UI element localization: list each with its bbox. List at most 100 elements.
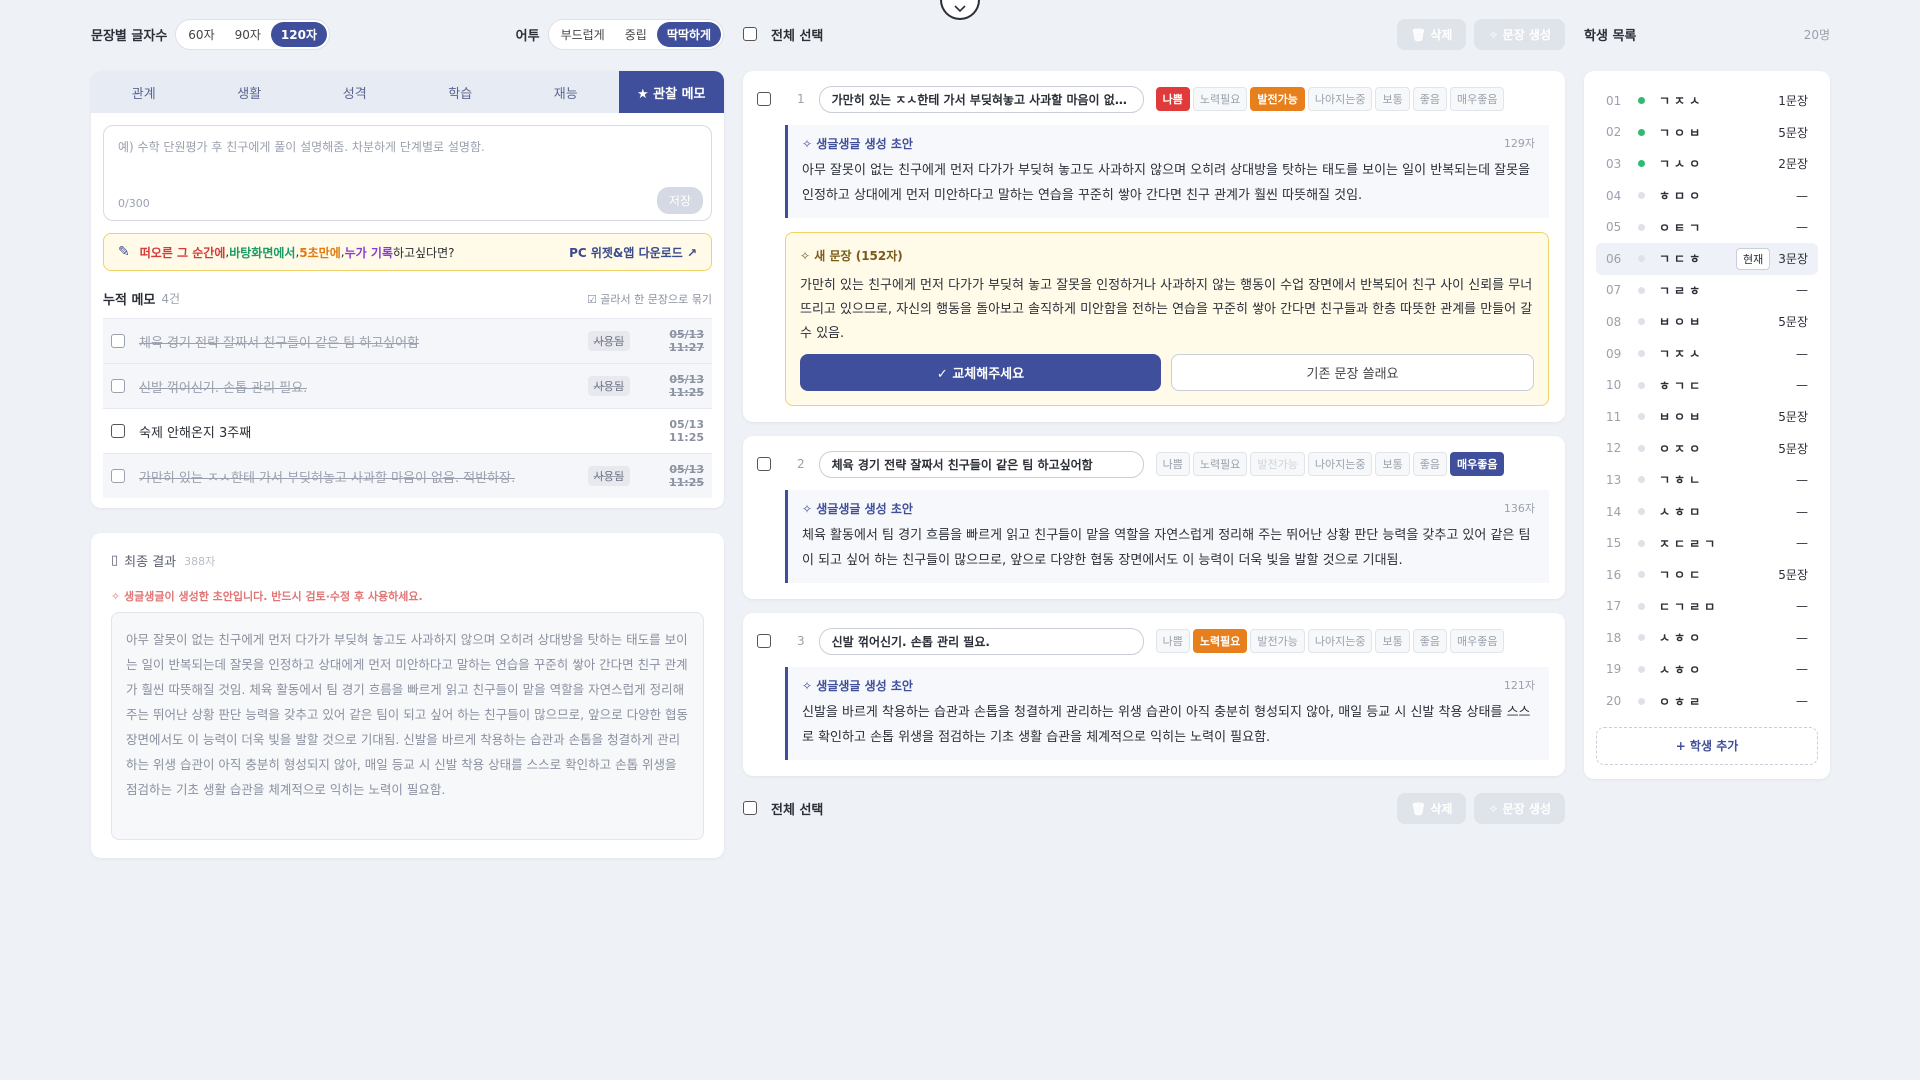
student-row[interactable]: 17 ㄷㄱㄹㅁ — xyxy=(1596,591,1818,623)
sentence-checkbox[interactable] xyxy=(757,634,771,648)
student-row[interactable]: 11 ㅂㅇㅂ 5문장 xyxy=(1596,401,1818,433)
grade-option[interactable]: 좋음 xyxy=(1412,452,1447,476)
sentence-checkbox[interactable] xyxy=(757,457,771,471)
student-row[interactable]: 01 ㄱㅈㅅ 1문장 xyxy=(1596,85,1818,117)
student-row[interactable]: 16 ㄱㅇㄷ 5문장 xyxy=(1596,559,1818,591)
length-option[interactable]: 60자 xyxy=(178,22,224,47)
tab-personality[interactable]: 성격 xyxy=(302,71,408,113)
student-row[interactable]: 08 ㅂㅇㅂ 5문장 xyxy=(1596,306,1818,338)
student-row[interactable]: 15 ㅈㄷㄹㄱ — xyxy=(1596,527,1818,559)
memo-row[interactable]: 가만히 있는 ㅈㅅ한테 가서 부딪혀놓고 사과할 마음이 없음. 적반하장. 사… xyxy=(103,453,712,498)
student-row[interactable]: 09 ㄱㅈㅅ — xyxy=(1596,338,1818,370)
draft-text: 체육 활동에서 팀 경기 흐름을 빠르게 읽고 친구들이 맡을 역할을 자연스럽… xyxy=(802,528,1531,568)
student-row[interactable]: 02 ㄱㅇㅂ 5문장 xyxy=(1596,117,1818,149)
save-button[interactable]: 저장 xyxy=(656,187,703,214)
memo-row[interactable]: 숙제 안해온지 3주째 05/13 11:25 xyxy=(103,408,712,453)
student-row[interactable]: 10 ㅎㄱㄷ — xyxy=(1596,369,1818,401)
select-all-checkbox[interactable] xyxy=(743,801,757,815)
grade-option[interactable]: 매우좋음 xyxy=(1449,452,1505,476)
promo-text: 바탕화면에서 xyxy=(229,245,296,260)
memo-row[interactable]: 체육 경기 전략 잘짜서 친구들이 같은 팀 하고싶어함 사용됨 05/13 1… xyxy=(103,318,712,363)
student-row[interactable]: 06 ㄱㄷㅎ 현재 3문장 xyxy=(1596,242,1818,275)
grade-selector: 나쁨 노력필요 발전가능 나아지는중 보통 좋음 매우좋음 xyxy=(1155,87,1505,111)
draft-label: ✧ 생글생글 생성 초안 xyxy=(802,502,913,516)
student-row[interactable]: 12 ㅇㅈㅇ 5문장 xyxy=(1596,433,1818,465)
length-label: 문장별 글자수 xyxy=(91,28,168,44)
grade-option[interactable]: 보통 xyxy=(1375,452,1410,476)
grade-option[interactable]: 나쁨 xyxy=(1155,629,1190,653)
source-memo-pill[interactable]: 신발 꺾어신기. 손톱 관리 필요. xyxy=(818,627,1144,655)
delete-button[interactable]: 🗑 삭제 xyxy=(1396,18,1467,50)
grade-option[interactable]: 발전가능 xyxy=(1250,629,1305,653)
student-row[interactable]: 05 ㅇㅌㄱ — xyxy=(1596,211,1818,243)
student-name: ㄱㅇㄷ xyxy=(1659,568,1705,583)
sentence-checkbox[interactable] xyxy=(757,92,771,106)
student-row[interactable]: 03 ㄱㅅㅇ 2문장 xyxy=(1596,148,1818,180)
generate-sentence-button[interactable]: ✧ 문장 생성 xyxy=(1474,792,1565,824)
tab-learning[interactable]: 학습 xyxy=(408,71,514,113)
student-row[interactable]: 19 ㅅㅎㅇ — xyxy=(1596,654,1818,686)
memo-textarea[interactable]: 예) 수학 단원평가 후 친구에게 풀이 설명해줌. 차분하게 단계별로 설명함… xyxy=(103,125,712,221)
tab-talent[interactable]: 재능 xyxy=(513,71,619,113)
memo-checkbox[interactable] xyxy=(111,334,125,348)
tone-option[interactable]: 중립 xyxy=(615,22,657,47)
tone-option-selected[interactable]: 딱딱하게 xyxy=(656,21,721,47)
combine-memos-button[interactable]: ☑ 골라서 한 문장으로 묶기 xyxy=(587,291,712,307)
grade-option[interactable]: 매우좋음 xyxy=(1449,87,1505,111)
grade-option[interactable]: 나아지는중 xyxy=(1307,452,1373,476)
grade-option[interactable]: 나쁨 xyxy=(1155,452,1190,476)
grade-option[interactable]: 매우좋음 xyxy=(1449,629,1505,653)
memo-checkbox[interactable] xyxy=(111,379,125,393)
status-dot xyxy=(1638,602,1645,610)
source-memo-pill[interactable]: 체육 경기 전략 잘짜서 친구들이 같은 팀 하고싶어함 xyxy=(818,450,1144,478)
source-memo-pill[interactable]: 가만히 있는 ㅈㅅ한테 가서 부딪혀놓고 사과할 마음이 없음. 적반하장. xyxy=(818,85,1144,113)
grade-option[interactable]: 발전가능 xyxy=(1250,452,1305,476)
student-row[interactable]: 04 ㅎㅁㅇ — xyxy=(1596,180,1818,212)
keep-original-button[interactable]: 기존 문장 쓸래요 xyxy=(1171,354,1534,391)
promo-text: 누가 기록 xyxy=(344,245,393,260)
student-row[interactable]: 07 ㄱㄹㅎ — xyxy=(1596,275,1818,307)
accumulated-memo-count: 4건 xyxy=(161,292,181,306)
grade-option[interactable]: 좋음 xyxy=(1412,87,1447,111)
final-result-text[interactable]: 아무 잘못이 없는 친구에게 먼저 다가가 부딪혀 놓고도 사과하지 않으며 오… xyxy=(111,612,704,840)
student-row[interactable]: 13 ㄱㅎㄴ — xyxy=(1596,464,1818,496)
length-option-selected[interactable]: 120자 xyxy=(270,21,328,47)
grade-option[interactable]: 노력필요 xyxy=(1192,452,1248,476)
grade-option[interactable]: 노력필요 xyxy=(1192,629,1248,653)
download-link[interactable]: PC 위젯&앱 다운로드 ↗ xyxy=(569,244,697,261)
student-row[interactable]: 18 ㅅㅎㅇ — xyxy=(1596,622,1818,654)
grade-option[interactable]: 보통 xyxy=(1375,629,1410,653)
tab-life[interactable]: 생활 xyxy=(197,71,303,113)
status-dot xyxy=(1638,192,1645,200)
grade-option[interactable]: 나쁨 xyxy=(1155,87,1190,111)
final-result-title: 최종 결과 xyxy=(124,555,177,570)
grade-option[interactable]: 나아지는중 xyxy=(1307,87,1373,111)
draft-warning: ✧ 생글생글이 생성한 초안입니다. 반드시 검토·수정 후 사용하세요. xyxy=(111,590,423,603)
grade-option[interactable]: 나아지는중 xyxy=(1307,629,1373,653)
grade-option[interactable]: 보통 xyxy=(1375,87,1410,111)
student-row[interactable]: 20 ㅇㅎㄹ — xyxy=(1596,685,1818,717)
tone-label: 어투 xyxy=(515,28,540,44)
add-student-button[interactable]: + 학생 추가 xyxy=(1596,726,1818,765)
generate-sentence-button[interactable]: ✧ 문장 생성 xyxy=(1474,18,1565,50)
sentence-card: 1 가만히 있는 ㅈㅅ한테 가서 부딪혀놓고 사과할 마음이 없음. 적반하장.… xyxy=(743,71,1565,422)
tab-relationship[interactable]: 관계 xyxy=(91,71,197,113)
new-sentence-box: ✧ 새 문장 (152자) 가만히 있는 친구에게 먼저 다가가 부딪혀 놓고 … xyxy=(785,232,1549,406)
status-dot xyxy=(1638,223,1645,231)
replace-button[interactable]: ✓ 교체해주세요 xyxy=(800,354,1161,391)
student-row[interactable]: 14 ㅅㅎㅁ — xyxy=(1596,496,1818,528)
grade-option[interactable]: 발전가능 xyxy=(1250,87,1305,111)
grade-option[interactable]: 노력필요 xyxy=(1192,87,1248,111)
memo-checkbox[interactable] xyxy=(111,424,125,438)
memo-row[interactable]: 신발 꺾어신기. 손톱 관리 필요. 사용됨 05/13 11:25 xyxy=(103,363,712,408)
memo-text: 신발 꺾어신기. 손톱 관리 필요. xyxy=(139,380,308,396)
tab-observation-memo[interactable]: ★ 관찰 메모 xyxy=(618,71,724,113)
memo-checkbox[interactable] xyxy=(111,469,125,483)
delete-button[interactable]: 🗑 삭제 xyxy=(1396,792,1467,824)
student-number: 01 xyxy=(1606,93,1622,108)
grade-option[interactable]: 좋음 xyxy=(1412,629,1447,653)
tone-option[interactable]: 부드럽게 xyxy=(551,22,615,47)
select-all-checkbox[interactable] xyxy=(743,27,757,41)
collapse-toggle[interactable] xyxy=(940,0,980,20)
length-option[interactable]: 90자 xyxy=(225,22,271,47)
